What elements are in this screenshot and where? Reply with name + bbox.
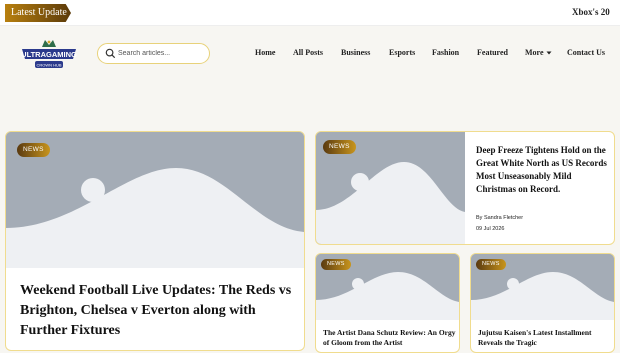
search-input[interactable] xyxy=(118,46,206,61)
ticker-headline[interactable]: Xbox's 20 xyxy=(572,7,620,17)
logo-tagline: CROWN HUB xyxy=(36,63,61,68)
category-badge[interactable]: NEWS xyxy=(17,143,50,157)
article-title[interactable]: Jujutsu Kaisen's Latest Installment Reve… xyxy=(478,328,612,348)
category-badge[interactable]: NEWS xyxy=(323,140,356,154)
search-box[interactable] xyxy=(97,43,210,64)
site-logo[interactable]: ULTRAGAMING CROWN HUB xyxy=(18,37,80,71)
nav-featured[interactable]: Featured xyxy=(477,48,508,57)
nav-all-posts[interactable]: All Posts xyxy=(293,48,323,57)
search-icon xyxy=(105,48,116,59)
nav-business[interactable]: Business xyxy=(341,48,370,57)
nav-esports[interactable]: Esports xyxy=(389,48,415,57)
news-ticker: Latest Update Xbox's 20 xyxy=(0,0,620,26)
article-title[interactable]: The Artist Dana Schutz Review: An Orgy o… xyxy=(323,328,457,348)
article-card-bottom-right[interactable]: NEWS Jujutsu Kaisen's Latest Installment… xyxy=(470,253,615,353)
logo-name: ULTRAGAMING xyxy=(21,50,77,59)
nav-fashion[interactable]: Fashion xyxy=(432,48,459,57)
nav-more-label: More xyxy=(525,48,544,57)
article-image-placeholder xyxy=(6,132,304,268)
latest-update-badge: Latest Update xyxy=(5,4,71,22)
nav-contact-us[interactable]: Contact Us xyxy=(567,48,605,57)
article-card-right-top[interactable]: NEWS Deep Freeze Tightens Hold on the Gr… xyxy=(315,131,615,245)
article-title[interactable]: Weekend Football Live Updates: The Reds … xyxy=(20,281,302,341)
article-date: 09 Jul 2026 xyxy=(476,226,505,232)
category-badge[interactable]: NEWS xyxy=(321,259,351,270)
site-header: ULTRAGAMING CROWN HUB Home All Posts Bus… xyxy=(0,26,620,84)
article-author: By Sandra Fletcher xyxy=(476,215,524,221)
article-card-bottom-left[interactable]: NEWS The Artist Dana Schutz Review: An O… xyxy=(315,253,460,353)
caret-down-icon xyxy=(546,51,552,55)
article-card-main[interactable]: NEWS Weekend Football Live Updates: The … xyxy=(5,131,305,351)
nav-home[interactable]: Home xyxy=(255,48,275,57)
category-badge[interactable]: NEWS xyxy=(476,259,506,270)
nav-more[interactable]: More xyxy=(525,48,552,57)
article-title[interactable]: Deep Freeze Tightens Hold on the Great W… xyxy=(476,144,610,196)
